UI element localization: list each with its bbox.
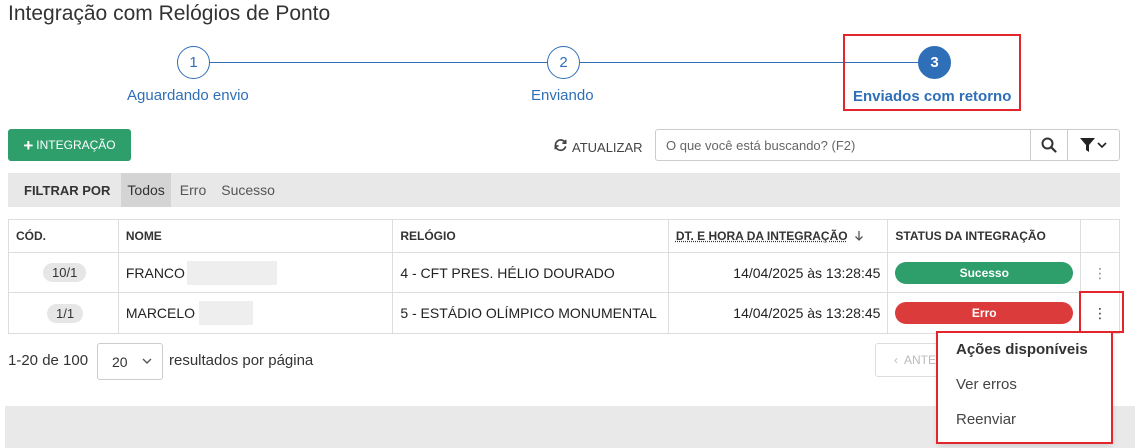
row-datetime: 14/04/2025 às 13:28:45 [669, 253, 889, 292]
previous-page-label: ANTE [904, 353, 937, 367]
filter-option-erro[interactable]: Erro [174, 173, 212, 207]
arrow-down-icon [854, 231, 863, 241]
row-clock: 5 - ESTÁDIO OLÍMPICO MONUMENTAL [393, 293, 669, 333]
search-button[interactable] [1030, 130, 1067, 160]
step-1-label[interactable]: Aguardando envio [127, 87, 249, 104]
add-integration-button[interactable]: + INTEGRAÇÃO [8, 129, 131, 161]
search-box [655, 129, 1120, 161]
kebab-menu-icon[interactable]: ⋮ [1093, 266, 1107, 280]
employee-name: MARCELO [125, 305, 196, 321]
table-header-row: CÓD. NOME RELÓGIO DT. E HORA DA INTEGRAÇ… [9, 220, 1119, 253]
chevron-down-icon [142, 358, 152, 364]
row-code-cell: 10/1 [9, 253, 119, 292]
status-badge-error: Erro [895, 302, 1074, 324]
header-status[interactable]: STATUS DA INTEGRAÇÃO [888, 220, 1082, 252]
add-integration-label: INTEGRAÇÃO [36, 138, 116, 152]
header-name[interactable]: NOME [119, 220, 394, 252]
funnel-icon [1080, 138, 1095, 152]
redacted-surname [199, 301, 254, 325]
integrations-table: CÓD. NOME RELÓGIO DT. E HORA DA INTEGRAÇ… [8, 219, 1120, 334]
page: Integração com Relógios de Ponto 1 2 3 A… [0, 0, 1135, 448]
table-row[interactable]: 1/1 MARCELO 5 - ESTÁDIO OLÍMPICO MONUMEN… [9, 293, 1119, 333]
refresh-icon [553, 137, 568, 157]
row-name-cell: FRANCO [119, 253, 394, 292]
stepper-line [210, 62, 548, 63]
plus-icon: + [23, 135, 34, 155]
redacted-surname [186, 260, 277, 285]
page-size-value: 20 [112, 353, 128, 370]
pagination-suffix: resultados por página [169, 352, 314, 369]
filter-label: FILTRAR POR [24, 182, 111, 198]
search-icon [1041, 137, 1057, 153]
header-datetime-label: DT. E HORA DA INTEGRAÇÃO [675, 229, 848, 243]
refresh-label: ATUALIZAR [572, 139, 643, 155]
refresh-button[interactable]: ATUALIZAR [553, 137, 643, 157]
status-badge-success: Sucesso [895, 261, 1074, 284]
advanced-filter-button[interactable] [1067, 130, 1119, 160]
code-badge: 10/1 [43, 263, 87, 282]
highlight-box-menu [936, 331, 1113, 444]
step-1-circle[interactable]: 1 [177, 46, 210, 79]
row-datetime: 14/04/2025 às 13:28:45 [669, 293, 889, 333]
highlight-box-step-3 [843, 34, 1021, 111]
filter-option-todos[interactable]: Todos [121, 173, 171, 207]
filter-option-sucesso[interactable]: Sucesso [215, 173, 281, 207]
row-status-cell: Erro [888, 293, 1082, 333]
step-2-label[interactable]: Enviando [531, 87, 594, 104]
page-title: Integração com Relógios de Ponto [8, 2, 331, 25]
row-clock: 4 - CFT PRES. HÉLIO DOURADO [393, 253, 669, 292]
table-row[interactable]: 10/1 FRANCO 4 - CFT PRES. HÉLIO DOURADO … [9, 253, 1119, 293]
employee-name: FRANCO [125, 264, 185, 281]
row-name-cell: MARCELO [119, 293, 394, 333]
step-2-circle[interactable]: 2 [547, 46, 580, 79]
pagination-info: 1-20 de 100 [8, 352, 89, 369]
page-size-select[interactable]: 20 [97, 343, 163, 380]
header-datetime[interactable]: DT. E HORA DA INTEGRAÇÃO [669, 220, 889, 252]
filter-bar: FILTRAR POR Todos Erro Sucesso [8, 173, 1120, 207]
chevron-left-icon: ‹ [894, 353, 898, 367]
search-input[interactable] [656, 130, 1030, 160]
row-actions-cell: ⋮ [1081, 253, 1119, 292]
highlight-box-actions [1079, 291, 1124, 333]
header-clock[interactable]: RELÓGIO [393, 220, 669, 252]
code-badge: 1/1 [47, 303, 84, 323]
chevron-down-icon [1097, 141, 1107, 148]
header-code[interactable]: CÓD. [9, 220, 119, 252]
row-status-cell: Sucesso [888, 253, 1082, 292]
header-actions [1081, 220, 1119, 252]
row-code-cell: 1/1 [9, 293, 119, 333]
